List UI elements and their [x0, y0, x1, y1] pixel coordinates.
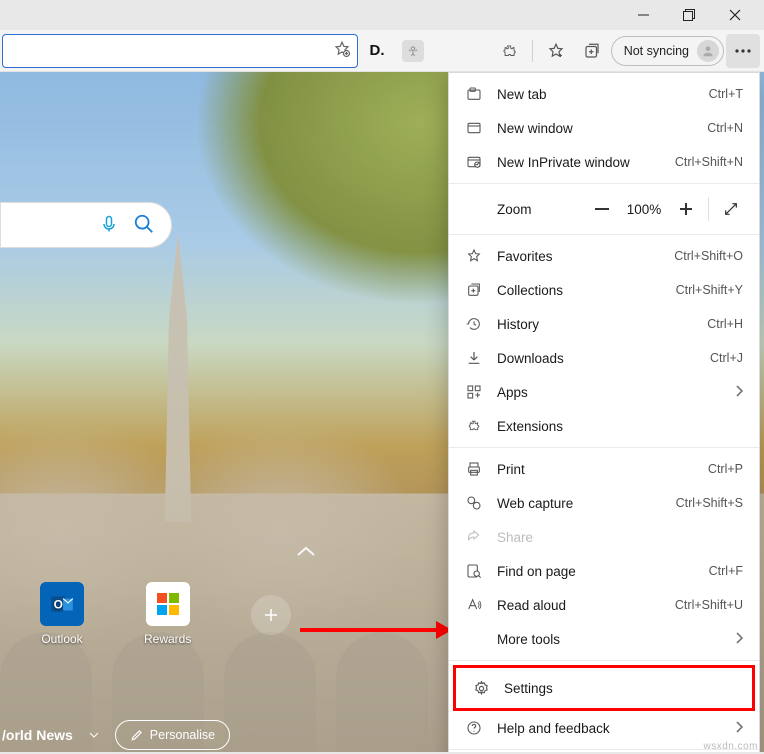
star-icon: [465, 247, 483, 265]
add-favorite-icon[interactable]: [333, 40, 351, 61]
tile-outlook-label: Outlook: [41, 632, 82, 646]
download-icon: [465, 349, 483, 367]
collections-icon[interactable]: [575, 34, 609, 68]
favorites-icon[interactable]: [539, 34, 573, 68]
menu-new-tab[interactable]: New tab Ctrl+T: [449, 77, 759, 111]
settings-menu: New tab Ctrl+T New window Ctrl+N New InP…: [448, 72, 760, 752]
personalise-label: Personalise: [150, 728, 215, 742]
sync-label: Not syncing: [624, 44, 689, 58]
add-tile-button[interactable]: [251, 595, 291, 635]
menu-print[interactable]: Print Ctrl+P: [449, 452, 759, 486]
quick-links: O Outlook Rewards: [40, 582, 291, 646]
search-box[interactable]: [0, 202, 172, 248]
menu-settings[interactable]: Settings: [456, 668, 752, 708]
menu-favorites[interactable]: Favorites Ctrl+Shift+O: [449, 239, 759, 273]
expand-up-icon[interactable]: [296, 544, 316, 560]
window-restore-button[interactable]: [666, 0, 712, 30]
menu-find[interactable]: Find on page Ctrl+F: [449, 554, 759, 588]
svg-text:O: O: [54, 597, 63, 611]
chevron-right-icon: [735, 384, 743, 400]
menu-collections[interactable]: Collections Ctrl+Shift+Y: [449, 273, 759, 307]
new-window-icon: [465, 119, 483, 137]
share-icon: [465, 528, 483, 546]
menu-new-window[interactable]: New window Ctrl+N: [449, 111, 759, 145]
window-minimize-button[interactable]: [620, 0, 666, 30]
menu-share: Share: [449, 520, 759, 554]
avatar-icon: [697, 40, 719, 62]
tile-rewards-label: Rewards: [144, 632, 191, 646]
web-capture-icon: [465, 494, 483, 512]
chevron-right-icon: [735, 631, 743, 647]
zoom-in-button[interactable]: [668, 191, 704, 227]
search-icon[interactable]: [133, 213, 155, 238]
gear-icon: [472, 679, 490, 697]
microphone-icon[interactable]: [99, 212, 119, 239]
annotation-arrow: [300, 628, 440, 632]
menu-new-inprivate[interactable]: New InPrivate window Ctrl+Shift+N: [449, 145, 759, 179]
help-icon: [465, 719, 483, 737]
find-icon: [465, 562, 483, 580]
tile-outlook[interactable]: O Outlook: [40, 582, 84, 646]
more-menu-button[interactable]: [726, 34, 760, 68]
outlook-icon: O: [40, 582, 84, 626]
zoom-value: 100%: [620, 202, 668, 217]
menu-zoom: Zoom 100%: [449, 188, 759, 230]
new-tab-icon: [465, 85, 483, 103]
history-icon: [465, 315, 483, 333]
zoom-out-button[interactable]: [584, 191, 620, 227]
personalise-button[interactable]: Personalise: [115, 720, 230, 750]
extension-d-icon[interactable]: D.: [360, 34, 394, 68]
menu-downloads[interactable]: Downloads Ctrl+J: [449, 341, 759, 375]
address-bar[interactable]: [2, 34, 358, 68]
menu-web-capture[interactable]: Web capture Ctrl+Shift+S: [449, 486, 759, 520]
menu-help[interactable]: Help and feedback: [449, 711, 759, 745]
puzzle-icon: [465, 417, 483, 435]
inprivate-icon: [465, 153, 483, 171]
fullscreen-button[interactable]: [713, 191, 749, 227]
extension-box-icon[interactable]: [402, 40, 424, 62]
print-icon: [465, 460, 483, 478]
window-close-button[interactable]: [712, 0, 758, 30]
settings-highlight: Settings: [453, 665, 755, 711]
pencil-icon: [130, 728, 144, 742]
browser-toolbar: D. Not syncing: [0, 30, 764, 72]
menu-history[interactable]: History Ctrl+H: [449, 307, 759, 341]
profile-sync-button[interactable]: Not syncing: [611, 36, 724, 66]
menu-extensions[interactable]: Extensions: [449, 409, 759, 443]
apps-icon: [465, 383, 483, 401]
collections-menu-icon: [465, 281, 483, 299]
bottom-bar: /orld News Personalise: [0, 720, 230, 750]
toolbar-divider: [532, 40, 533, 62]
microsoft-icon: [146, 582, 190, 626]
menu-apps[interactable]: Apps: [449, 375, 759, 409]
page-content: O Outlook Rewards /orld News Personalise…: [0, 72, 764, 752]
watermark: wsxdn.com: [703, 741, 758, 752]
chevron-right-icon: [735, 720, 743, 736]
read-aloud-icon: [465, 596, 483, 614]
menu-read-aloud[interactable]: Read aloud Ctrl+Shift+U: [449, 588, 759, 622]
tile-rewards[interactable]: Rewards: [144, 582, 191, 646]
world-news-label[interactable]: /orld News: [2, 727, 73, 743]
window-titlebar: [0, 0, 764, 30]
extensions-icon[interactable]: [492, 34, 526, 68]
menu-more-tools[interactable]: More tools: [449, 622, 759, 656]
